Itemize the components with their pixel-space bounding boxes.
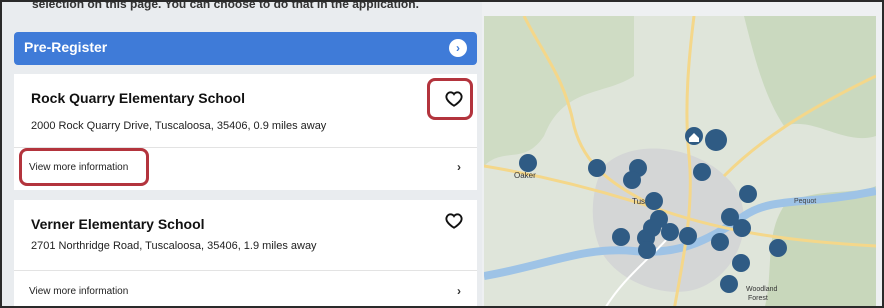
school-map[interactable]: Oaker Pequot Tus Woodland Forest <box>484 16 876 308</box>
heart-highlight-callout <box>427 78 473 120</box>
map-label-oaker: Oaker <box>514 171 536 180</box>
school-marker[interactable] <box>732 254 750 272</box>
school-marker[interactable] <box>711 233 729 251</box>
map-label-woodland-line1: Woodland <box>746 286 778 293</box>
school-name: Verner Elementary School <box>31 216 205 232</box>
pre-register-bar[interactable]: Pre-Register › <box>14 32 477 65</box>
school-marker[interactable] <box>769 239 787 257</box>
school-marker[interactable] <box>733 219 751 237</box>
school-name: Rock Quarry Elementary School <box>31 90 245 106</box>
chevron-right-icon[interactable]: › <box>457 160 461 174</box>
school-marker[interactable] <box>638 241 656 259</box>
school-card: Verner Elementary School 2701 Northridge… <box>14 200 477 306</box>
school-address: 2701 Northridge Road, Tuscaloosa, 35406,… <box>31 240 317 252</box>
arrow-circle-right-icon[interactable]: › <box>449 39 467 57</box>
school-marker[interactable] <box>705 129 727 151</box>
school-marker[interactable] <box>612 228 630 246</box>
school-marker[interactable] <box>645 192 663 210</box>
instruction-text: selection on this page. You can choose t… <box>32 0 419 11</box>
school-marker[interactable] <box>720 275 738 293</box>
heart-icon[interactable] <box>445 212 463 230</box>
map-canvas[interactable]: Oaker Pequot Tus Woodland Forest <box>484 16 876 308</box>
school-address: 2000 Rock Quarry Drive, Tuscaloosa, 3540… <box>31 120 327 132</box>
home-location-icon[interactable] <box>685 127 703 145</box>
screenshot-frame: selection on this page. You can choose t… <box>0 0 884 308</box>
map-label-pequot: Pequot <box>794 198 816 205</box>
school-marker[interactable] <box>739 185 757 203</box>
school-marker[interactable] <box>519 154 537 172</box>
divider <box>14 270 477 271</box>
map-label-city: Tus <box>632 197 645 206</box>
pre-register-label: Pre-Register <box>24 39 108 55</box>
map-label-woodland-line2: Forest <box>748 295 768 302</box>
school-marker[interactable] <box>661 223 679 241</box>
school-marker[interactable] <box>679 227 697 245</box>
link-highlight-callout <box>19 148 149 186</box>
school-marker[interactable] <box>588 159 606 177</box>
school-list-panel: selection on this page. You can choose t… <box>2 0 482 306</box>
school-marker[interactable] <box>623 171 641 189</box>
school-marker[interactable] <box>693 163 711 181</box>
view-more-information-link[interactable]: View more information <box>29 286 128 297</box>
chevron-right-icon[interactable]: › <box>457 284 461 298</box>
